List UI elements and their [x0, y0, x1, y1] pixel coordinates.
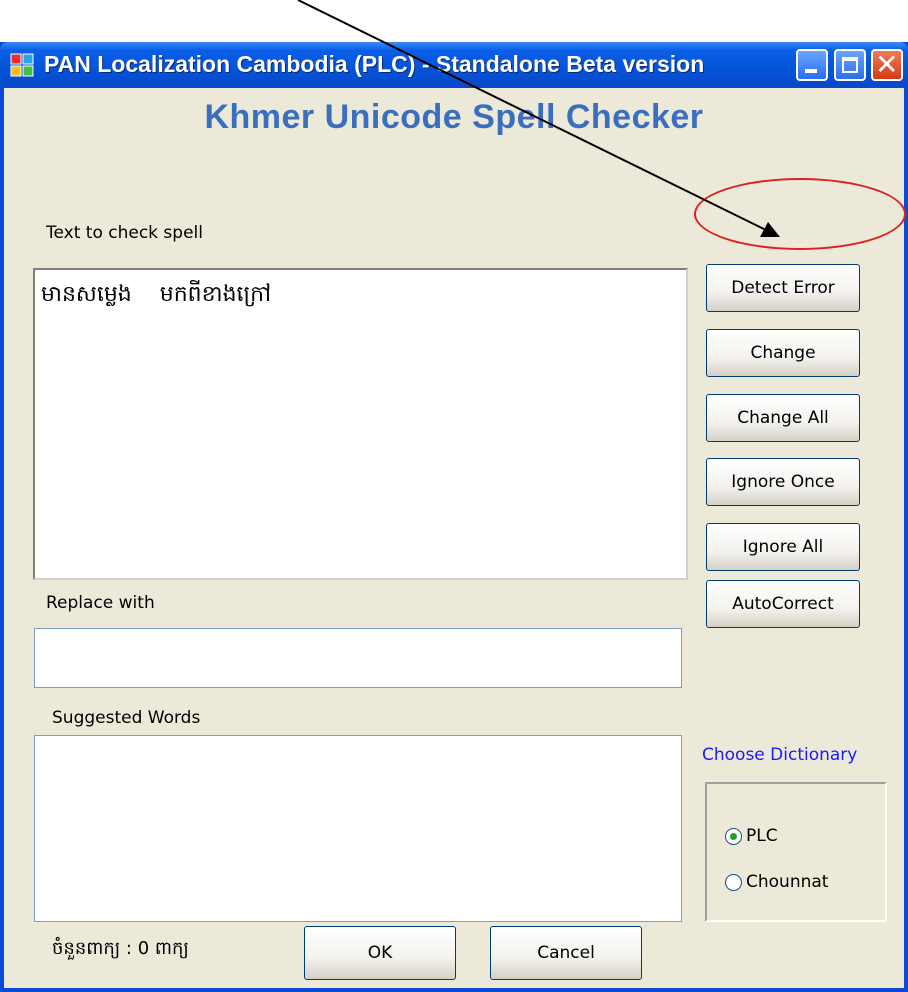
text-to-check-field[interactable]: មានសម្លេង មកពីខាងក្រៅ — [33, 268, 688, 580]
app-icon — [10, 53, 34, 77]
word-count-status: ចំនួនពាក្យ : 0 ពាក្យ — [52, 938, 189, 959]
text-to-check-label: Text to check spell — [46, 223, 203, 243]
choose-dictionary-label: Choose Dictionary — [702, 745, 858, 765]
page-title: Khmer Unicode Spell Checker — [204, 98, 704, 136]
radio-unselected-icon[interactable] — [725, 873, 742, 891]
app-window: PAN Localization Cambodia (PLC) - Standa… — [0, 42, 908, 992]
dialog-body: Khmer Unicode Spell Checker Text to chec… — [4, 88, 904, 988]
ok-button[interactable]: OK — [304, 926, 456, 980]
suggested-words-list[interactable] — [34, 735, 682, 922]
close-button[interactable]: ✕ — [871, 49, 903, 81]
change-button[interactable]: Change — [706, 329, 860, 377]
autocorrect-button[interactable]: AutoCorrect — [706, 580, 860, 628]
maximize-icon — [842, 57, 858, 73]
dictionary-option-label: PLC — [746, 826, 778, 846]
ignore-all-button[interactable]: Ignore All — [706, 523, 860, 571]
suggested-words-label: Suggested Words — [52, 708, 201, 728]
close-icon: ✕ — [875, 48, 899, 81]
maximize-button[interactable] — [834, 49, 866, 81]
replace-with-label: Replace with — [46, 593, 155, 613]
dictionary-option-label: Chounnat — [746, 872, 829, 892]
dictionary-option-plc[interactable]: PLC — [725, 826, 778, 846]
window-title: PAN Localization Cambodia (PLC) - Standa… — [44, 51, 705, 77]
detect-error-button[interactable]: Detect Error — [706, 264, 860, 312]
dictionary-group: PLC Chounnat — [705, 782, 887, 922]
replace-with-input[interactable] — [34, 628, 682, 688]
dictionary-option-chounnat[interactable]: Chounnat — [725, 872, 828, 892]
title-bar[interactable]: PAN Localization Cambodia (PLC) - Standa… — [0, 42, 908, 88]
radio-selected-icon[interactable] — [725, 827, 742, 845]
ignore-once-button[interactable]: Ignore Once — [706, 458, 860, 506]
cancel-button[interactable]: Cancel — [490, 926, 642, 980]
minimize-icon — [805, 69, 817, 73]
text-to-check-value: មានសម្លេង មកពីខាងក្រៅ — [41, 282, 272, 307]
minimize-button[interactable] — [796, 49, 828, 81]
change-all-button[interactable]: Change All — [706, 394, 860, 442]
